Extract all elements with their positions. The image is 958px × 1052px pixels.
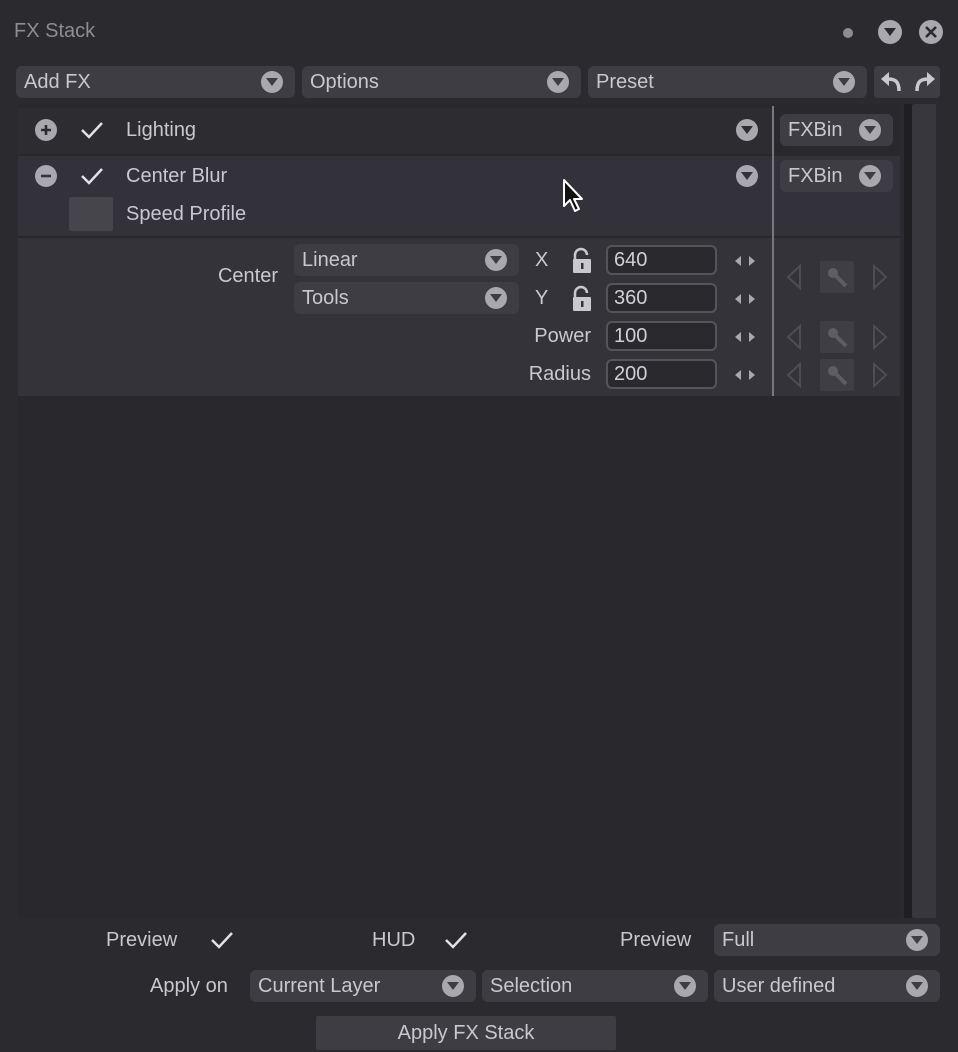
- unlock-icon[interactable]: [571, 247, 593, 275]
- lighting-enabled-checkbox[interactable]: [80, 120, 104, 140]
- apply-selection-dropdown[interactable]: Selection: [482, 970, 708, 1002]
- add-fx-label: Add FX: [24, 70, 91, 93]
- lighting-fxbin-dropdown[interactable]: FXBin: [780, 114, 893, 146]
- center-label: Center: [217, 265, 278, 287]
- y-label: Y: [535, 287, 549, 309]
- minimize-dot-icon[interactable]: [843, 28, 853, 38]
- radius-keyframe-button[interactable]: [820, 359, 854, 391]
- preview-quality-dropdown[interactable]: Full: [714, 924, 940, 956]
- speed-profile-label: Speed Profile: [126, 203, 247, 225]
- center-keyframe-button[interactable]: [820, 261, 854, 293]
- preset-dropdown[interactable]: Preset: [588, 66, 867, 98]
- radius-value-field[interactable]: 200: [606, 359, 717, 389]
- expand-icon[interactable]: [35, 119, 57, 141]
- center-mode-dropdown[interactable]: Linear: [294, 244, 519, 276]
- lighting-menu-button[interactable]: [736, 119, 758, 141]
- options-label: Options: [310, 70, 379, 93]
- key-icon: [828, 328, 848, 348]
- chevron-down-icon: [674, 975, 696, 997]
- chevron-down-icon: [859, 119, 881, 141]
- next-keyframe-icon[interactable]: [872, 264, 888, 290]
- power-value-field[interactable]: 100: [606, 321, 717, 351]
- chevron-down-icon: [859, 165, 881, 187]
- collapse-icon[interactable]: [35, 165, 57, 187]
- apply-on-label: Apply on: [150, 975, 228, 997]
- add-fx-dropdown[interactable]: Add FX: [16, 66, 295, 98]
- chevron-down-icon: [906, 929, 928, 951]
- chevron-down-icon: [741, 126, 753, 134]
- center-tools-label: Tools: [302, 286, 349, 309]
- preview-quality-label: Preview: [620, 929, 692, 951]
- preview-quality-value: Full: [722, 928, 755, 951]
- x-value-field[interactable]: 640: [606, 245, 717, 275]
- center-mode-label: Linear: [302, 248, 358, 271]
- prev-keyframe-icon[interactable]: [786, 264, 802, 290]
- apply-fx-stack-button[interactable]: Apply FX Stack: [316, 1016, 616, 1050]
- key-icon: [828, 268, 848, 288]
- prev-keyframe-icon[interactable]: [786, 324, 802, 350]
- apply-layer-dropdown[interactable]: Current Layer: [250, 970, 476, 1002]
- y-value-field[interactable]: 360: [606, 283, 717, 313]
- effect-name-lighting: Lighting: [126, 119, 197, 141]
- chevron-down-icon: [261, 71, 283, 93]
- center-blur-menu-button[interactable]: [736, 165, 758, 187]
- redo-icon: [915, 72, 935, 92]
- column-divider: [772, 106, 774, 396]
- hud-checkbox[interactable]: [444, 930, 468, 950]
- chevron-down-icon: [741, 172, 753, 180]
- power-keyframe-button[interactable]: [820, 321, 854, 353]
- chevron-down-icon: [442, 975, 464, 997]
- window-title: FX Stack: [14, 20, 96, 42]
- apply-selection-value: Selection: [490, 974, 573, 997]
- preview-checkbox[interactable]: [210, 930, 234, 950]
- x-label: X: [535, 249, 549, 271]
- unlock-icon[interactable]: [571, 285, 593, 313]
- apply-range-dropdown[interactable]: User defined: [714, 970, 940, 1002]
- chevron-down-icon: [485, 249, 507, 271]
- chevron-down-icon: [547, 71, 569, 93]
- apply-layer-value: Current Layer: [258, 974, 381, 997]
- chevron-down-icon: [884, 28, 896, 36]
- prev-keyframe-icon[interactable]: [786, 362, 802, 388]
- options-dropdown[interactable]: Options: [302, 66, 581, 98]
- undo-button[interactable]: [876, 68, 906, 96]
- center-blur-fxbin-dropdown[interactable]: FXBin: [780, 160, 893, 192]
- center-blur-enabled-checkbox[interactable]: [80, 166, 104, 186]
- window-menu-button[interactable]: [878, 20, 902, 44]
- key-icon: [828, 366, 848, 386]
- preview-label: Preview: [106, 929, 178, 951]
- effect-name-center-blur: Center Blur: [126, 165, 228, 187]
- next-keyframe-icon[interactable]: [872, 362, 888, 388]
- close-icon: [925, 26, 937, 38]
- chevron-down-icon: [485, 287, 507, 309]
- fxbin-label: FXBin: [788, 118, 843, 141]
- chevron-down-icon: [906, 975, 928, 997]
- scrub-arrows-icon[interactable]: [733, 367, 757, 383]
- scrub-arrows-icon[interactable]: [733, 329, 757, 345]
- redo-button[interactable]: [910, 68, 940, 96]
- power-label: Power: [534, 325, 591, 347]
- close-button[interactable]: [919, 20, 943, 44]
- undo-icon: [881, 72, 901, 92]
- chevron-down-icon: [833, 71, 855, 93]
- radius-label: Radius: [528, 363, 591, 385]
- apply-range-value: User defined: [722, 974, 836, 997]
- scrub-arrows-icon[interactable]: [733, 253, 757, 269]
- mouse-cursor-icon: [563, 179, 583, 212]
- scrollbar-thumb[interactable]: [912, 104, 936, 918]
- fxbin-label: FXBin: [788, 164, 843, 187]
- scrub-arrows-icon[interactable]: [733, 291, 757, 307]
- next-keyframe-icon[interactable]: [872, 324, 888, 350]
- hud-label: HUD: [372, 929, 416, 951]
- speed-profile-swatch[interactable]: [69, 197, 113, 231]
- center-tools-dropdown[interactable]: Tools: [294, 282, 519, 314]
- preset-label: Preset: [596, 70, 654, 93]
